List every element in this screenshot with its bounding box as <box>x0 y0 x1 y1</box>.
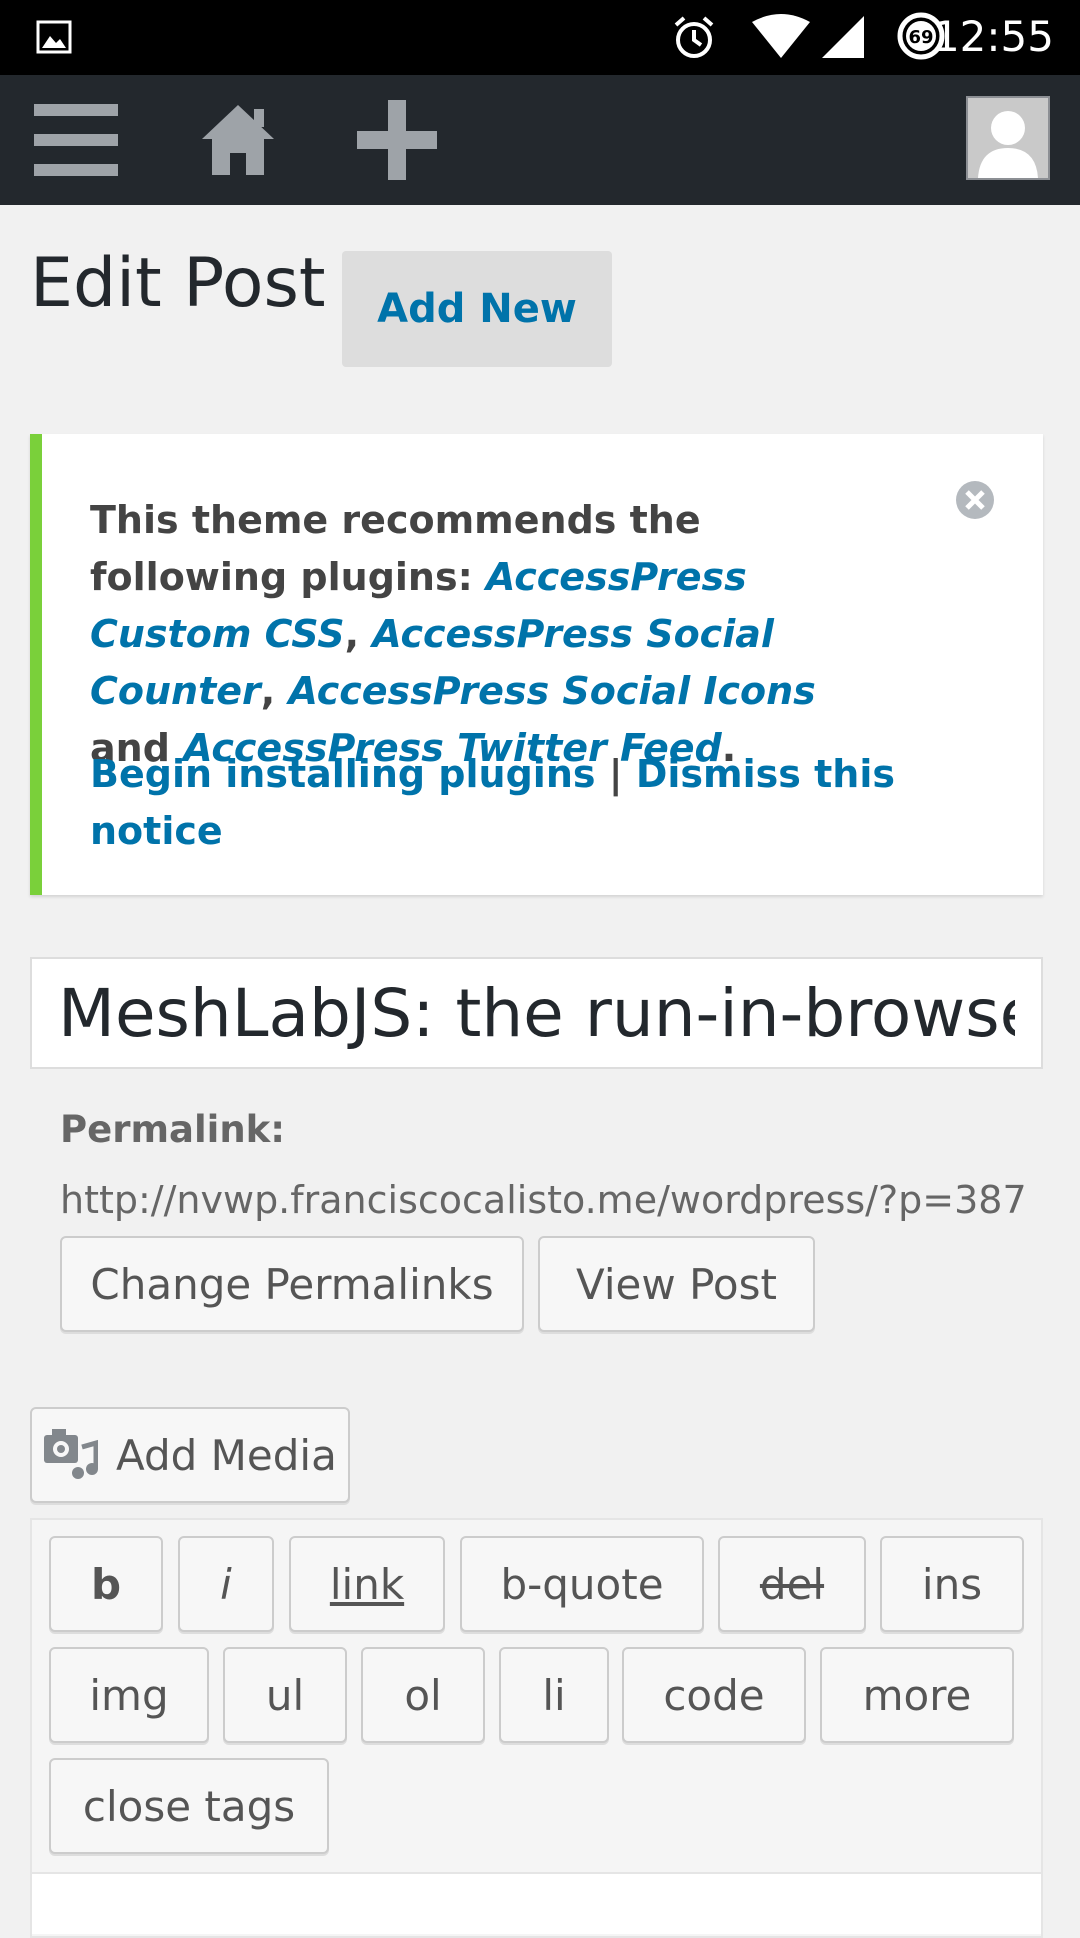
plugin-notice: This theme recommends the following plug… <box>30 434 1043 895</box>
camera-music-icon <box>42 1425 99 1491</box>
menu-button[interactable] <box>24 75 128 205</box>
notice-separator: , <box>260 669 289 713</box>
permalink-label: Permalink: <box>60 1108 286 1151</box>
plugin-link-social-icons[interactable]: AccessPress Social Icons <box>288 669 815 713</box>
battery-level: 69 <box>908 27 933 48</box>
status-time: 12:55 <box>932 12 1054 61</box>
notice-divider: | <box>595 752 636 796</box>
quicktag-ins-button[interactable]: ins <box>880 1536 1024 1632</box>
quicktag-italic-button[interactable]: i <box>178 1536 274 1632</box>
view-post-button[interactable]: View Post <box>538 1236 815 1332</box>
quicktag-bold-button[interactable]: b <box>49 1536 163 1632</box>
notice-actions: Begin installing plugins | Dismiss this … <box>90 746 900 860</box>
home-icon <box>202 105 274 175</box>
quicktag-more-button[interactable]: more <box>820 1647 1014 1743</box>
wifi-icon <box>750 14 812 64</box>
quicktag-ol-button[interactable]: ol <box>361 1647 485 1743</box>
plus-icon <box>357 100 437 180</box>
new-content-button[interactable] <box>350 75 444 205</box>
add-new-button[interactable]: Add New <box>342 251 612 367</box>
notice-separator: , <box>344 612 373 656</box>
quicktag-ul-button[interactable]: ul <box>223 1647 347 1743</box>
quicktag-img-button[interactable]: img <box>49 1647 209 1743</box>
signal-icon <box>820 14 866 64</box>
begin-installing-link[interactable]: Begin installing plugins <box>90 752 596 796</box>
post-content-editor[interactable] <box>32 1872 1041 1934</box>
close-icon[interactable] <box>955 480 995 520</box>
menu-icon <box>34 104 118 176</box>
quicktag-bquote-button[interactable]: b-quote <box>460 1536 704 1632</box>
home-button[interactable] <box>190 75 286 205</box>
alarm-icon <box>671 15 717 65</box>
admin-bar <box>0 75 1080 205</box>
post-title-input[interactable] <box>30 957 1043 1069</box>
quicktag-li-button[interactable]: li <box>499 1647 609 1743</box>
image-notification-icon <box>36 20 72 54</box>
status-bar: 69 12:55 <box>0 0 1080 75</box>
quicktag-link-button[interactable]: link <box>289 1536 445 1632</box>
notice-message: This theme recommends the following plug… <box>90 492 900 777</box>
quicktag-close-tags-button[interactable]: close tags <box>49 1758 329 1854</box>
change-permalinks-button[interactable]: Change Permalinks <box>60 1236 524 1332</box>
avatar-icon <box>978 111 1038 178</box>
quicktag-del-button[interactable]: del <box>718 1536 866 1632</box>
add-media-label: Add Media <box>116 1430 337 1480</box>
page-title: Edit Post <box>30 244 326 323</box>
permalink-url[interactable]: http://nvwp.franciscocalisto.me/wordpres… <box>60 1178 1027 1222</box>
quicktag-code-button[interactable]: code <box>622 1647 806 1743</box>
avatar[interactable] <box>966 96 1050 180</box>
add-media-button[interactable]: Add Media <box>30 1407 350 1503</box>
